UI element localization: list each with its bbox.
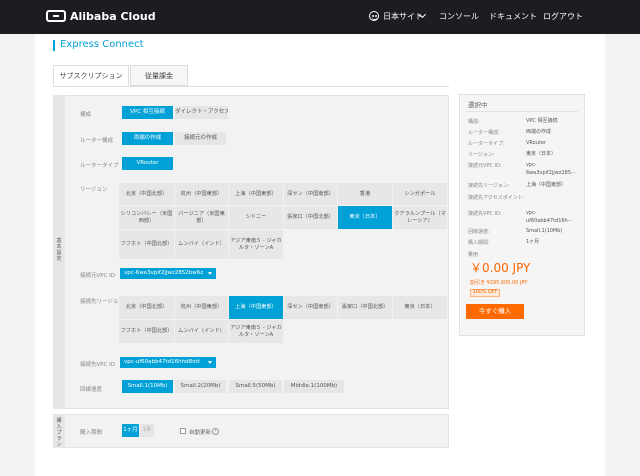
- dest-region-hohhot[interactable]: フフホト（中国北部）: [119, 320, 175, 344]
- summary-value: VPC 相互接続: [526, 118, 558, 124]
- summary-value: 上海（中国東部）: [526, 182, 567, 188]
- logout-link[interactable]: ログアウト: [543, 11, 583, 22]
- purchase-plan-panel: [53, 414, 449, 448]
- summary-value: 東京（日本）: [526, 151, 557, 157]
- bandwidth-label: 回線速度: [80, 387, 103, 393]
- summary-key: ルータータイプ:: [468, 141, 505, 147]
- option-direct-access[interactable]: ダイレクト・アクセス: [175, 106, 228, 119]
- auto-renew-checkbox[interactable]: [180, 428, 186, 434]
- alibaba-cloud-logo[interactable]: Alibaba Cloud: [46, 10, 156, 26]
- dest-vpc-value: vpc-uf60abb47td16hhd8ott: [124, 359, 200, 365]
- summary-divider: [466, 111, 578, 112]
- router-type-label: ルータータイプ: [80, 163, 119, 169]
- option-create-both-ends[interactable]: 両端の作成: [122, 132, 173, 145]
- region-mumbai[interactable]: ムンバイ（インド）: [175, 230, 229, 260]
- summary-key: 接続先リージョン:: [468, 183, 510, 189]
- instance-label: 構成: [80, 112, 92, 118]
- basic-settings-section-label: 基本設定: [56, 238, 62, 262]
- dest-vpc-dropdown[interactable]: vpc-uf60abb47td16hhd8ott: [120, 357, 216, 368]
- source-vpc-value: vpc-6we3vpif2jjwz2852bw6z: [124, 270, 204, 276]
- auto-renew-label[interactable]: 自動更新: [189, 428, 211, 436]
- bandwidth-small-5[interactable]: Small.5(50Mb): [229, 380, 282, 393]
- bandwidth-small-2[interactable]: Small.2(20Mb): [175, 380, 226, 393]
- region-hongkong[interactable]: 香港: [338, 183, 393, 206]
- region-silicon-valley[interactable]: シリコンバレー（米国西部）: [119, 206, 175, 230]
- summary-key: 接続先VPC ID:: [468, 211, 502, 217]
- dest-region-label: 接続先リージョン: [80, 299, 124, 305]
- title-accent-bar: [53, 40, 55, 51]
- region-sydney[interactable]: シドニー: [229, 206, 284, 230]
- smiley-globe-icon[interactable]: [369, 11, 379, 21]
- region-hohhot[interactable]: フフホト（中国北部）: [119, 230, 175, 260]
- purchase-plan-section-label: 購入プラン: [56, 418, 62, 448]
- help-icon[interactable]: ?: [212, 428, 219, 435]
- source-vpc-dropdown[interactable]: vpc-6we3vpif2jjwz2852bw6z: [120, 268, 216, 279]
- summary-value: Small.1(10Mb): [526, 228, 563, 234]
- language-selector[interactable]: 日本サイト: [383, 11, 423, 22]
- dropdown-caret-icon: [208, 272, 212, 275]
- dest-region-shanghai[interactable]: 上海（中国東部）: [229, 296, 284, 320]
- summary-value: 両端の作成: [526, 129, 552, 135]
- router-config-label: ルーター構成: [80, 138, 114, 144]
- dropdown-caret-icon: [208, 361, 212, 364]
- tab-pay-as-you-go[interactable]: 従量課金: [130, 65, 188, 86]
- tab-subscription[interactable]: サブスクリプション: [53, 65, 129, 86]
- console-link[interactable]: コンソール: [439, 11, 479, 22]
- summary-key: 回線速度:: [468, 229, 490, 235]
- dest-region-mumbai[interactable]: ムンバイ（インド）: [175, 320, 229, 344]
- summary-key: 構成:: [468, 119, 480, 125]
- region-shenzhen[interactable]: 深セン（中国南部）: [284, 183, 338, 206]
- region-hangzhou[interactable]: 杭州（中国東部）: [175, 183, 229, 206]
- summary-value: 1ヶ月: [526, 239, 540, 245]
- documentation-link[interactable]: ドキュメント: [489, 11, 537, 22]
- brand-name: Alibaba Cloud: [70, 10, 156, 23]
- option-vrouter[interactable]: VRouter: [122, 157, 173, 170]
- total-price: ￥0.00 JPY: [470, 261, 531, 275]
- dest-region-jakarta[interactable]: アジア東南５ - ジャカルタ・ゾーンA: [229, 320, 284, 344]
- discount-amount: 割引き ¥295,600.00 JPY: [470, 280, 528, 286]
- summary-key: ルーター構成:: [468, 130, 500, 136]
- region-jakarta[interactable]: アジア東南５ - ジャカルタ・ゾーンA: [229, 230, 284, 260]
- buy-now-button[interactable]: 今すぐ購入: [466, 304, 524, 319]
- tab-divider: [53, 86, 449, 87]
- price-label: 費用: [468, 252, 479, 258]
- summary-value: vpc-6we3vpif2jjwz285···: [526, 162, 576, 176]
- source-vpc-label: 接続元VPC ID: [80, 273, 116, 279]
- duration-1-month[interactable]: 1ヶ月: [122, 424, 139, 437]
- dest-region-tokyo[interactable]: 東京（日本）: [393, 296, 448, 320]
- dest-region-zhangjiakou[interactable]: 張家口（中国北部）: [338, 296, 393, 320]
- bandwidth-middle-1[interactable]: Middle.1(100Mb): [284, 380, 344, 393]
- bandwidth-small-1[interactable]: Small.1(10Mb): [122, 380, 173, 393]
- summary-key: 接続先アクセスポイント:: [468, 195, 525, 201]
- region-singapore[interactable]: シンガポール: [393, 183, 448, 206]
- region-kuala-lumpur[interactable]: クアラルンプール（マレーシア）: [393, 206, 448, 230]
- discount-badge: 100% OFF: [470, 289, 500, 297]
- region-virginia[interactable]: バージニア（米国東部）: [175, 206, 229, 230]
- region-label: リージョン: [80, 187, 108, 193]
- dest-region-hangzhou[interactable]: 杭州（中国東部）: [175, 296, 229, 320]
- summary-key: リージョン:: [468, 152, 495, 158]
- summary-value: VRouter: [526, 140, 546, 146]
- summary-title: 選択中: [468, 101, 488, 109]
- summary-value: vpc-uf60abb47td16h···: [526, 210, 573, 224]
- region-zhangjiakou[interactable]: 張家口（中国北部）: [284, 206, 338, 230]
- dest-region-beijing[interactable]: 北京（中国北部）: [119, 296, 175, 320]
- region-beijing[interactable]: 北京（中国北部）: [119, 183, 175, 206]
- option-vpc-interconnect[interactable]: VPC 相互接続: [122, 106, 173, 119]
- page-title: Express Connect: [60, 39, 144, 50]
- dest-vpc-label: 接続先VPC ID: [80, 362, 116, 368]
- region-tokyo[interactable]: 東京（日本）: [338, 206, 393, 230]
- duration-label: 購入期間: [80, 430, 103, 436]
- option-create-source[interactable]: 接続元の作成: [175, 132, 226, 145]
- dest-region-shenzhen[interactable]: 深セン（中国南部）: [284, 296, 338, 320]
- summary-key: 接続元VPC ID:: [468, 163, 502, 169]
- logo-icon: [46, 10, 66, 22]
- summary-key: 購入期間:: [468, 240, 490, 246]
- duration-1-year[interactable]: 1年: [140, 424, 154, 437]
- region-shanghai[interactable]: 上海（中国東部）: [229, 183, 284, 206]
